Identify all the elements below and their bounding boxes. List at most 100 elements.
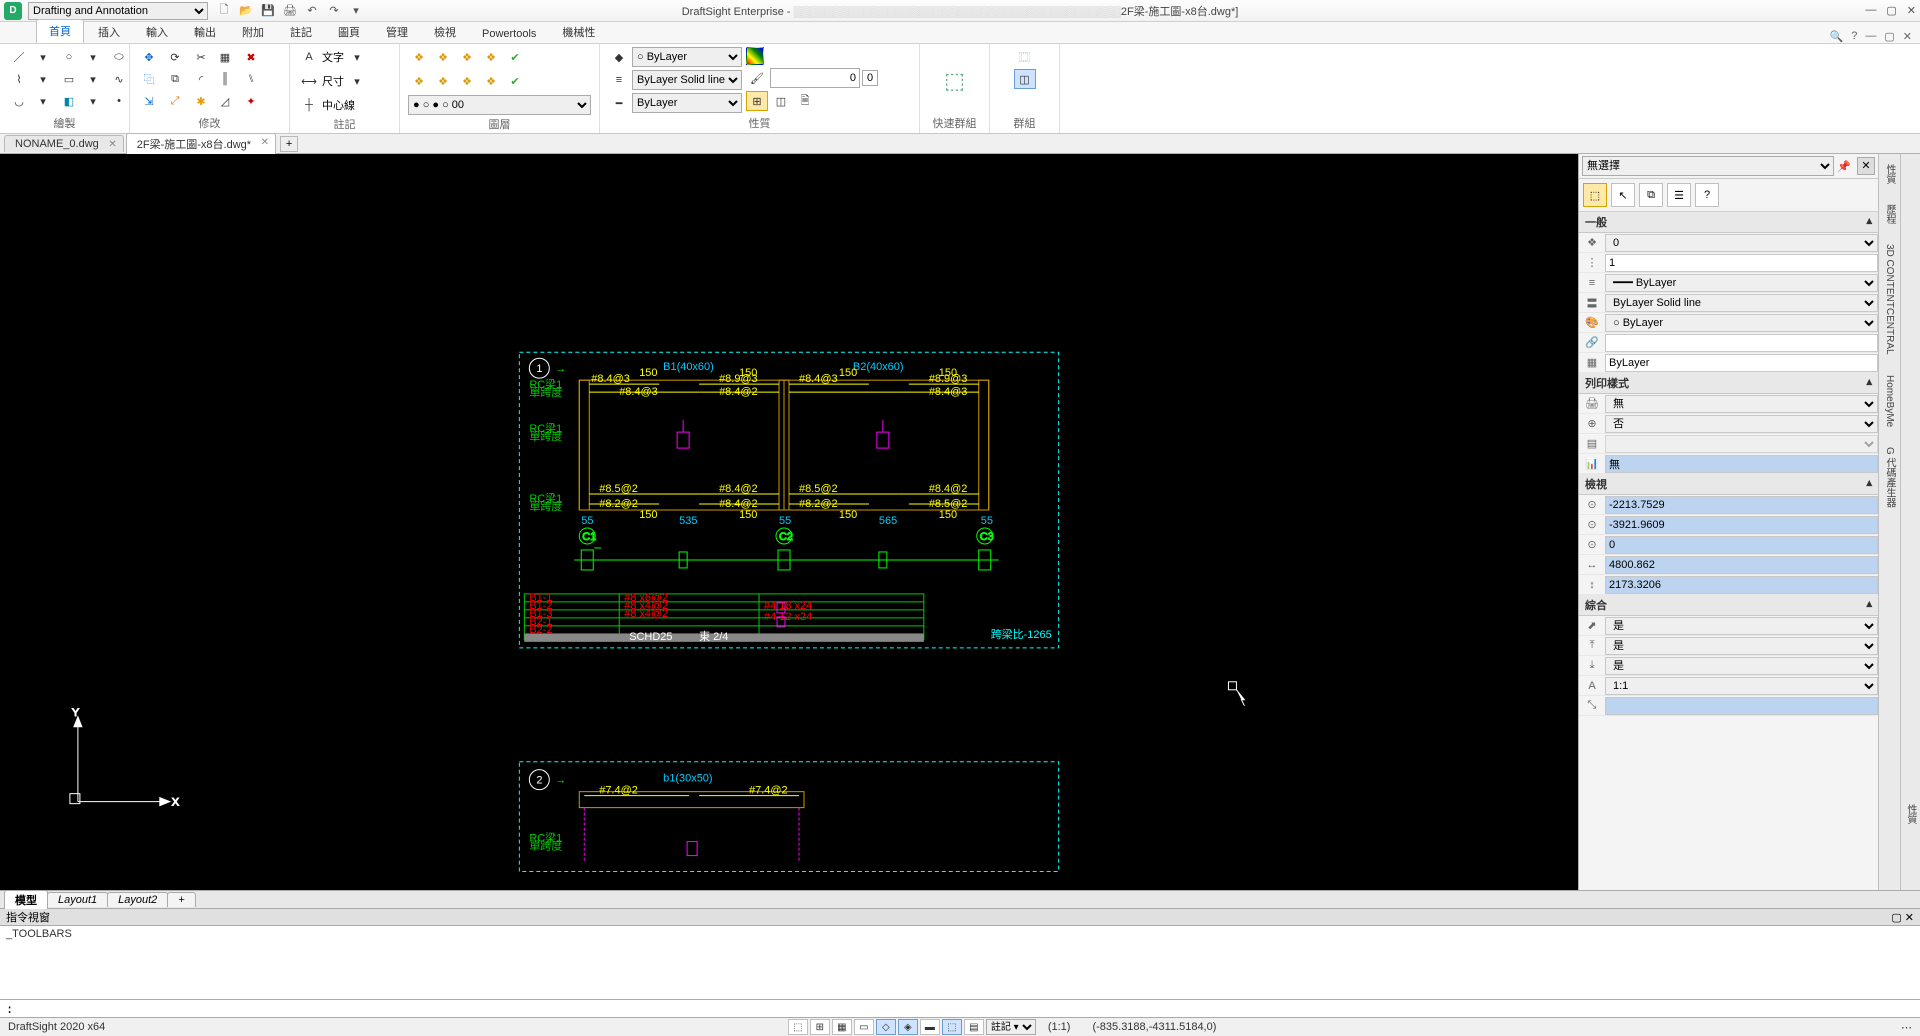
region-icon[interactable]: ◧: [58, 91, 80, 111]
text-dd-icon[interactable]: ▾: [346, 47, 368, 67]
restore-doc-icon[interactable]: ▢: [1884, 30, 1894, 43]
close-icon[interactable]: ✕: [1907, 4, 1916, 17]
ungroup-icon[interactable]: ◫: [1014, 69, 1036, 89]
prop-linestyle[interactable]: ByLayer Solid line: [1605, 294, 1878, 312]
dim-icon[interactable]: ⟷: [298, 71, 320, 91]
lwt-toggle[interactable]: ▬: [920, 1019, 940, 1035]
trim-icon[interactable]: ✂: [190, 47, 212, 67]
prop-layer[interactable]: 0: [1605, 234, 1878, 252]
qp-toggle[interactable]: ▤: [964, 1019, 984, 1035]
open-icon[interactable]: 📂: [238, 3, 254, 19]
cmd-close-icon[interactable]: ✕: [1905, 912, 1914, 924]
group-icon[interactable]: ⿴: [1014, 47, 1036, 67]
doc-tab-1[interactable]: 2F梁-施工圖-x8台.dwg*✕: [126, 133, 276, 154]
prop-ma[interactable]: 是: [1605, 617, 1878, 635]
tab-manage[interactable]: 管理: [374, 21, 420, 43]
close-tab-icon[interactable]: ✕: [261, 137, 269, 148]
lineweight-combo[interactable]: ByLayer: [632, 93, 742, 113]
section-print[interactable]: 列印樣式▴: [1579, 373, 1878, 394]
layer-states-icon[interactable]: ❖: [480, 71, 502, 91]
tab-insert[interactable]: 插入: [86, 21, 132, 43]
match-icon[interactable]: 🖌: [746, 68, 768, 88]
tab-view[interactable]: 檢視: [422, 21, 468, 43]
layout-tab-2[interactable]: Layout2: [107, 892, 168, 907]
tab-mechanical[interactable]: 機械性: [550, 21, 607, 43]
dyn-toggle[interactable]: ⬚: [942, 1019, 962, 1035]
layer-frz-icon[interactable]: ❖: [456, 47, 478, 67]
snap-toggle[interactable]: ⬚: [788, 1019, 808, 1035]
scale-icon[interactable]: ⤢: [164, 91, 186, 111]
side-panel-properties-2[interactable]: 性質: [1903, 804, 1918, 824]
print-icon[interactable]: 🖨: [282, 3, 298, 19]
notes-icon[interactable]: 🗎: [794, 91, 816, 111]
layer-ok-icon[interactable]: ✔: [504, 71, 526, 91]
layer-match-icon[interactable]: ❖: [408, 71, 430, 91]
chamfer-icon[interactable]: ◿: [214, 91, 236, 111]
dim-dd-icon[interactable]: ▾: [346, 71, 368, 91]
save-icon[interactable]: 💾: [260, 3, 276, 19]
spline-icon[interactable]: ∿: [108, 69, 130, 89]
prop-ptable[interactable]: 否: [1605, 415, 1878, 433]
layer-prev-icon[interactable]: ❖: [432, 71, 454, 91]
tab-annotate[interactable]: 註記: [278, 21, 324, 43]
prop-vz[interactable]: [1605, 536, 1878, 554]
polyline-icon[interactable]: ⌇: [8, 69, 30, 89]
close-panel-button[interactable]: ✕: [1857, 157, 1875, 175]
layer-off-icon[interactable]: ❖: [480, 47, 502, 67]
redo-icon[interactable]: ↷: [326, 3, 342, 19]
move-icon[interactable]: ✥: [138, 47, 160, 67]
explode-icon[interactable]: ✱: [190, 91, 212, 111]
qat-more-icon[interactable]: ▾: [348, 3, 364, 19]
mod-more-icon[interactable]: ✦: [240, 91, 262, 111]
prop-vh[interactable]: [1605, 576, 1878, 594]
layer-iso-icon[interactable]: ❖: [432, 47, 454, 67]
new-icon[interactable]: 🗋: [216, 3, 232, 19]
array-icon[interactable]: ▦: [214, 47, 236, 67]
linetype-combo[interactable]: ByLayer Solid line: [632, 70, 742, 90]
layer-combo[interactable]: ● ○ ● ○ 00: [408, 95, 591, 115]
section-view[interactable]: 檢視▴: [1579, 474, 1878, 495]
transparency-input[interactable]: [770, 68, 860, 88]
minimize-icon[interactable]: —: [1865, 4, 1876, 17]
help-icon[interactable]: ?: [1851, 30, 1857, 43]
quick-select-icon[interactable]: ⬚: [1583, 183, 1607, 207]
min-ribbon-icon[interactable]: —: [1865, 30, 1876, 43]
fillet-icon[interactable]: ◜: [190, 69, 212, 89]
centerline-icon[interactable]: ┼: [298, 95, 320, 115]
section-general[interactable]: 一般▴: [1579, 212, 1878, 233]
color-combo[interactable]: ○ ByLayer: [632, 47, 742, 67]
prop-me[interactable]: [1605, 697, 1878, 715]
tab-sheet[interactable]: 圖頁: [326, 21, 372, 43]
prop-vy[interactable]: [1605, 516, 1878, 534]
side-panel-homebyme[interactable]: HomeByMe: [1884, 375, 1895, 427]
mirror-icon[interactable]: ⧉: [164, 69, 186, 89]
grid-toggle[interactable]: ⊞: [810, 1019, 830, 1035]
list-icon[interactable]: ⊞: [746, 91, 768, 111]
osnap-toggle[interactable]: ◇: [876, 1019, 896, 1035]
arc-icon[interactable]: ◡: [8, 91, 30, 111]
filter-icon[interactable]: ⧉: [1639, 183, 1663, 207]
side-panel-3dcc[interactable]: 3D CONTENTCENTRAL: [1884, 244, 1895, 355]
point-icon[interactable]: •: [108, 91, 130, 111]
close-doc-icon[interactable]: ✕: [1903, 30, 1912, 43]
status-icon[interactable]: ⋯: [1901, 1022, 1912, 1034]
command-input[interactable]: :: [0, 1000, 1920, 1018]
search-icon[interactable]: 🔍: [1830, 30, 1844, 43]
line-icon[interactable]: ／: [8, 47, 30, 67]
prop-link[interactable]: [1605, 334, 1878, 352]
otrack-toggle[interactable]: ◈: [898, 1019, 918, 1035]
polar-toggle[interactable]: ▭: [854, 1019, 874, 1035]
lineweight-icon[interactable]: ━: [608, 93, 630, 113]
region-dd-icon[interactable]: ▾: [82, 91, 104, 111]
layout-tab-model[interactable]: 模型: [4, 890, 48, 909]
layout-tab-add[interactable]: +: [167, 892, 195, 907]
pin-icon[interactable]: 📌: [1834, 160, 1854, 173]
erase-icon[interactable]: ✖: [240, 47, 262, 67]
selection-combo[interactable]: 無選擇: [1582, 156, 1834, 176]
circle-dd-icon[interactable]: ▾: [82, 47, 104, 67]
tab-attach[interactable]: 附加: [230, 21, 276, 43]
drawing-canvas[interactable]: Y X 1 → B1(40x60) B2(40x60): [0, 154, 1578, 890]
copy-icon[interactable]: ⿻: [138, 69, 160, 89]
circle-icon[interactable]: ○: [58, 47, 80, 67]
help-panel-icon[interactable]: ?: [1695, 183, 1719, 207]
